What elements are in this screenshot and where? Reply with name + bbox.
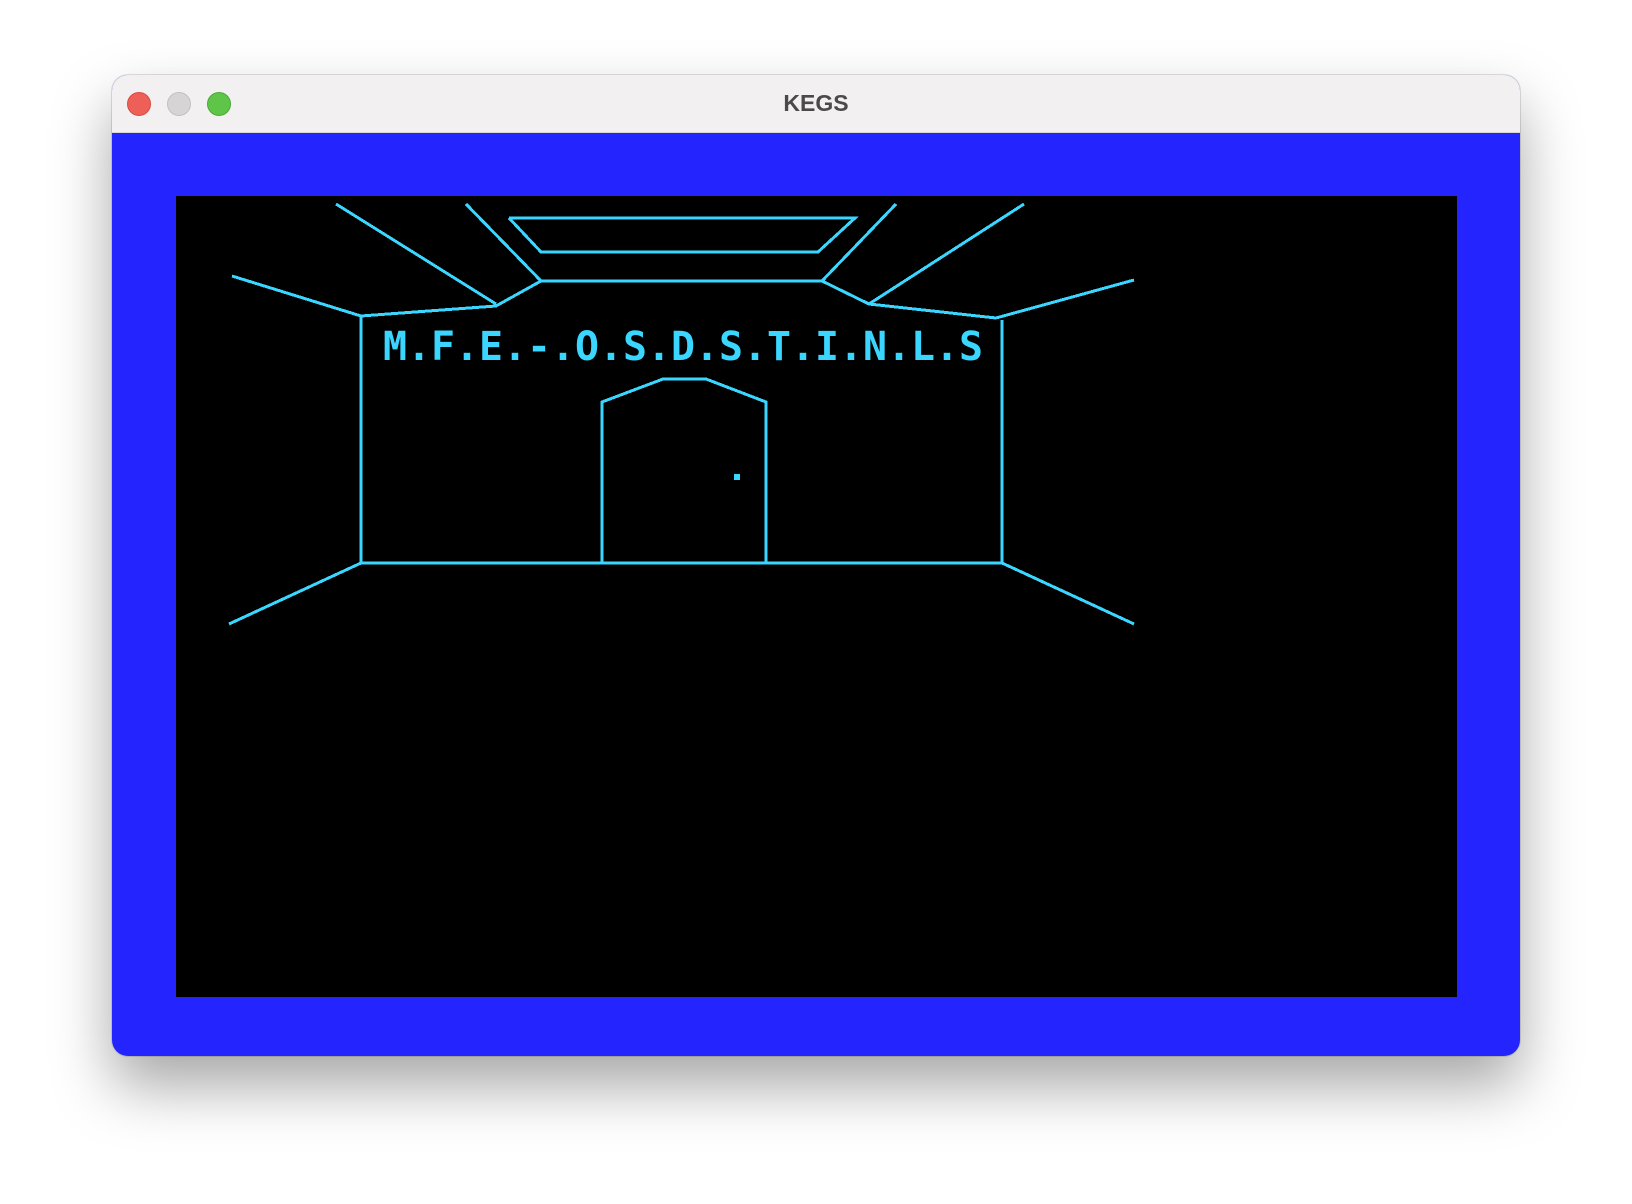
upper-left-edge xyxy=(231,274,362,318)
kegs-window: KEGS M.F.E.-.O.S.D.S.T.I.N.L.S xyxy=(112,75,1520,1056)
emulator-screen[interactable]: M.F.E.-.O.S.D.S.T.I.N.L.S xyxy=(176,196,1457,997)
room-sign-text: M.F.E.-.O.S.D.S.T.I.N.L.S xyxy=(383,324,983,370)
door-outline xyxy=(600,377,768,563)
floor-diagonal-right xyxy=(1001,561,1135,626)
floor-diagonal-left xyxy=(228,561,362,626)
corridor-scene: M.F.E.-.O.S.D.S.T.I.N.L.S xyxy=(228,202,1135,626)
ceiling-diagonal-right xyxy=(820,202,898,283)
ceiling-trapdoor-outer xyxy=(507,216,859,254)
upper-right-edge-far xyxy=(868,202,1025,306)
ceiling-diagonal-left xyxy=(464,202,543,283)
wall-top-right xyxy=(821,279,997,320)
door-knob xyxy=(734,474,740,480)
upper-right-edge xyxy=(995,278,1135,320)
upper-left-edge-far xyxy=(335,202,497,306)
title-bar[interactable]: KEGS xyxy=(112,75,1520,133)
wall-top-left xyxy=(360,279,542,318)
window-title: KEGS xyxy=(783,90,849,116)
